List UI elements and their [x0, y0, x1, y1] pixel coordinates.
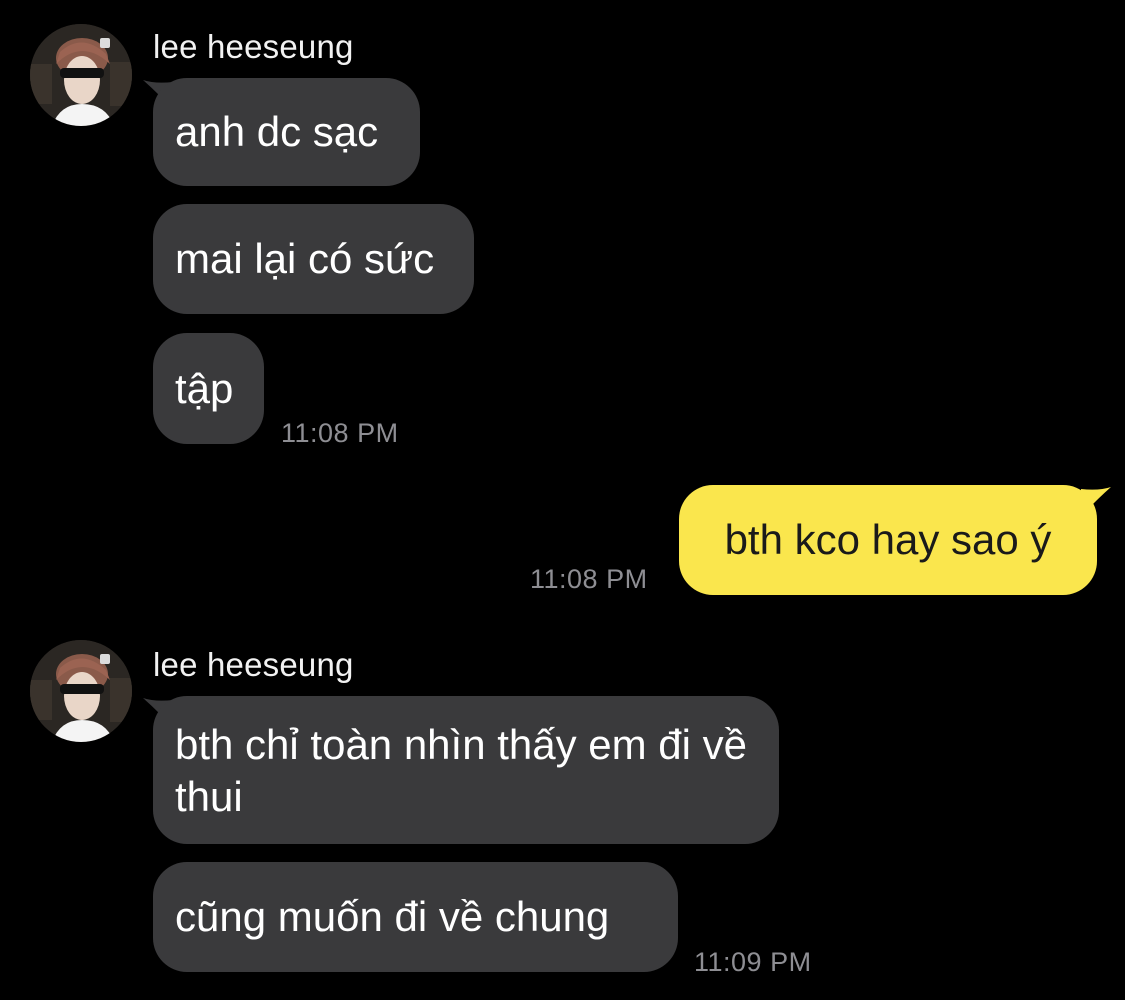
bubble-tail: [1081, 487, 1111, 517]
message-text: bth chỉ toàn nhìn thấy em đi về thui: [175, 721, 748, 820]
sender-name: lee heeseung: [153, 646, 354, 683]
message-timestamp: 11:09 PM: [694, 947, 812, 977]
message-bubble[interactable]: bth kco hay sao ý: [679, 485, 1097, 595]
sender-name: lee heeseung: [153, 28, 354, 65]
message-bubble[interactable]: anh dc sạc: [153, 78, 420, 186]
message-text: cũng muốn đi về chung: [175, 893, 610, 940]
message-bubble[interactable]: mai lại có sức: [153, 204, 474, 314]
profile-photo-icon: [30, 24, 132, 126]
profile-photo-icon: [30, 640, 132, 742]
message-text: tập: [175, 364, 234, 412]
message-bubble[interactable]: bth chỉ toàn nhìn thấy em đi về thui: [153, 696, 779, 844]
avatar[interactable]: [30, 24, 132, 126]
message-bubble[interactable]: tập: [153, 333, 264, 444]
message-bubble[interactable]: cũng muốn đi về chung: [153, 862, 678, 972]
avatar[interactable]: [30, 640, 132, 742]
message-text: anh dc sạc: [175, 108, 379, 155]
message-timestamp: 11:08 PM: [530, 564, 648, 594]
message-text: bth kco hay sao ý: [724, 516, 1052, 563]
message-text: mai lại có sức: [175, 235, 435, 282]
message-timestamp: 11:08 PM: [281, 418, 399, 448]
